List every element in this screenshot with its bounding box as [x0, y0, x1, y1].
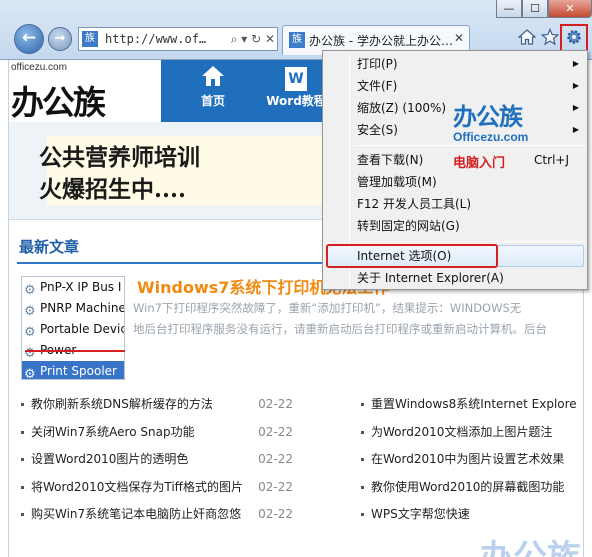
service-item-selected: ⚙ Print Spooler — [22, 361, 124, 380]
menu-item-about-ie[interactable]: 关于 Internet Explorer(A) — [357, 267, 504, 289]
news-item[interactable]: 在Word2010中为图片设置艺术效果 — [361, 449, 579, 477]
submenu-arrow-icon: ▶ — [572, 125, 579, 134]
home-icon[interactable] — [517, 28, 537, 51]
submenu-arrow-icon: ▶ — [572, 59, 579, 68]
news-item[interactable]: WPS文字帮您快速 — [361, 504, 579, 532]
menu-item-file[interactable]: 文件(F) — [357, 75, 397, 97]
submenu-arrow-icon: ▶ — [572, 103, 579, 112]
tab-title: 办公族 - 学办公就上办公… — [309, 34, 453, 48]
article-summary-line: Win7下打印程序突然故障了，重新“添加打印机”，结果提示：WINDOWS无 — [133, 301, 522, 315]
address-controls[interactable]: ⌕ ▾ ↻ ✕ — [231, 28, 275, 50]
news-date: 02-22 — [254, 476, 293, 497]
tab-favicon-icon: 族 — [289, 32, 305, 48]
star-icon[interactable] — [540, 27, 560, 51]
menu-item-zoom[interactable]: 缩放(Z) (100%) — [357, 97, 446, 119]
news-date: 02-22 — [254, 504, 293, 524]
service-gear-icon: ⚙ — [24, 367, 36, 380]
minimize-button[interactable]: — — [496, 0, 522, 18]
close-window-button[interactable]: ✕ — [548, 0, 592, 18]
nav-word-label: Word教程 — [266, 94, 326, 108]
watermark-logo: 办公族 — [479, 530, 581, 557]
address-bar[interactable]: 族 http://www.of… ⌕ ▾ ↻ ✕ — [78, 27, 278, 51]
menu-item-pinned-sites[interactable]: 转到固定的网站(G) — [357, 215, 460, 237]
banner-line-1: 公共营养师培训 — [39, 144, 200, 171]
menu-item-manage-addons[interactable]: 管理加载项(M) — [357, 171, 437, 193]
site-favicon-icon: 族 — [82, 31, 98, 47]
services-list-image: ⚙ PnP-X IP Bus I ⚙ PNRP Machine ⚙ Portable … — [21, 276, 125, 380]
officezu-overlay-logo: 办公族 Officezu.com 电脑入门 — [453, 97, 549, 171]
article-summary: Win7下打印程序突然故障了，重新“添加打印机”，结果提示：WINDOWS无 地… — [133, 298, 579, 340]
menu-item-dev-tools[interactable]: F12 开发人员工具(L) — [357, 193, 471, 215]
news-date: 02-22 — [254, 394, 293, 414]
site-logo[interactable]: officezu.com 办公族 — [9, 60, 161, 122]
tab-close-icon[interactable]: ✕ — [454, 31, 464, 45]
section-title: 最新文章 — [19, 238, 80, 256]
word-icon-letter: W — [285, 67, 307, 91]
overlay-logo-tag: 电脑入门 — [453, 156, 506, 171]
news-item[interactable]: 将Word2010文档保存为Tiff格式的图片 02-22 — [21, 476, 293, 505]
news-item[interactable]: 重置Windows8系统Internet Explore — [361, 394, 579, 422]
news-item[interactable]: 关闭Win7系统Aero Snap功能 02-22 — [21, 421, 293, 450]
service-item: ⚙ PNRP Machine — [22, 298, 124, 319]
back-button[interactable]: ← — [14, 24, 44, 54]
overlay-logo-cn: 办公族 — [453, 103, 523, 131]
menu-item-view-downloads[interactable]: 查看下载(N) — [357, 149, 423, 171]
news-item[interactable]: 教你刷新系统DNS解析缓存的方法 02-22 — [21, 394, 293, 422]
power-underline-annotation — [25, 350, 125, 352]
service-item: ⚙ PnP-X IP Bus I — [22, 277, 124, 298]
news-date: 02-22 — [254, 449, 293, 469]
address-text: http://www.of… — [105, 32, 207, 46]
overlay-logo-en: Officezu.com — [453, 130, 529, 144]
home-icon — [179, 64, 247, 92]
menu-item-print[interactable]: 打印(P) — [357, 53, 398, 75]
service-item: ⚙ Portable Devic — [22, 319, 124, 340]
article-summary-line: 地后台打印程序服务没有运行，请重新启动后台打印程序或重新启动计算机。后台 — [133, 322, 547, 336]
submenu-arrow-icon: ▶ — [572, 81, 579, 90]
nav-home[interactable]: 首页 — [179, 60, 247, 122]
news-item[interactable]: 购买Win7系统笔记本电脑防止奸商忽悠 02-22 — [21, 504, 293, 532]
news-item[interactable]: 教你使用Word2010的屏幕截图功能 — [361, 477, 579, 505]
nav-word-tutorial[interactable]: W Word教程 — [261, 60, 331, 122]
news-list-right: 重置Windows8系统Internet Explore 为Word2010文档… — [361, 394, 583, 532]
news-item[interactable]: 为Word2010文档添加上图片题注 — [361, 422, 579, 450]
news-item[interactable]: 设置Word2010图片的透明色 02-22 — [21, 449, 293, 477]
menu-separator — [353, 241, 585, 242]
nav-home-label: 首页 — [200, 94, 225, 108]
news-list-left: 教你刷新系统DNS解析缓存的方法 02-22 关闭Win7系统Aero Snap功… — [21, 394, 293, 532]
logo-url-text: officezu.com — [11, 62, 67, 73]
menu-item-safety[interactable]: 安全(S) — [357, 119, 398, 141]
maximize-button[interactable]: ☐ — [522, 0, 548, 18]
internet-options-annotation — [326, 244, 498, 268]
word-doc-icon: W — [261, 64, 331, 92]
window-controls: — ☐ ✕ — [496, 0, 592, 20]
banner-line-2: 火爆招生中.... — [39, 176, 187, 203]
news-date: 02-22 — [254, 421, 293, 442]
logo-text: 办公族 — [11, 83, 106, 122]
gear-highlight-annotation — [560, 24, 588, 52]
forward-button[interactable]: → — [48, 27, 72, 51]
